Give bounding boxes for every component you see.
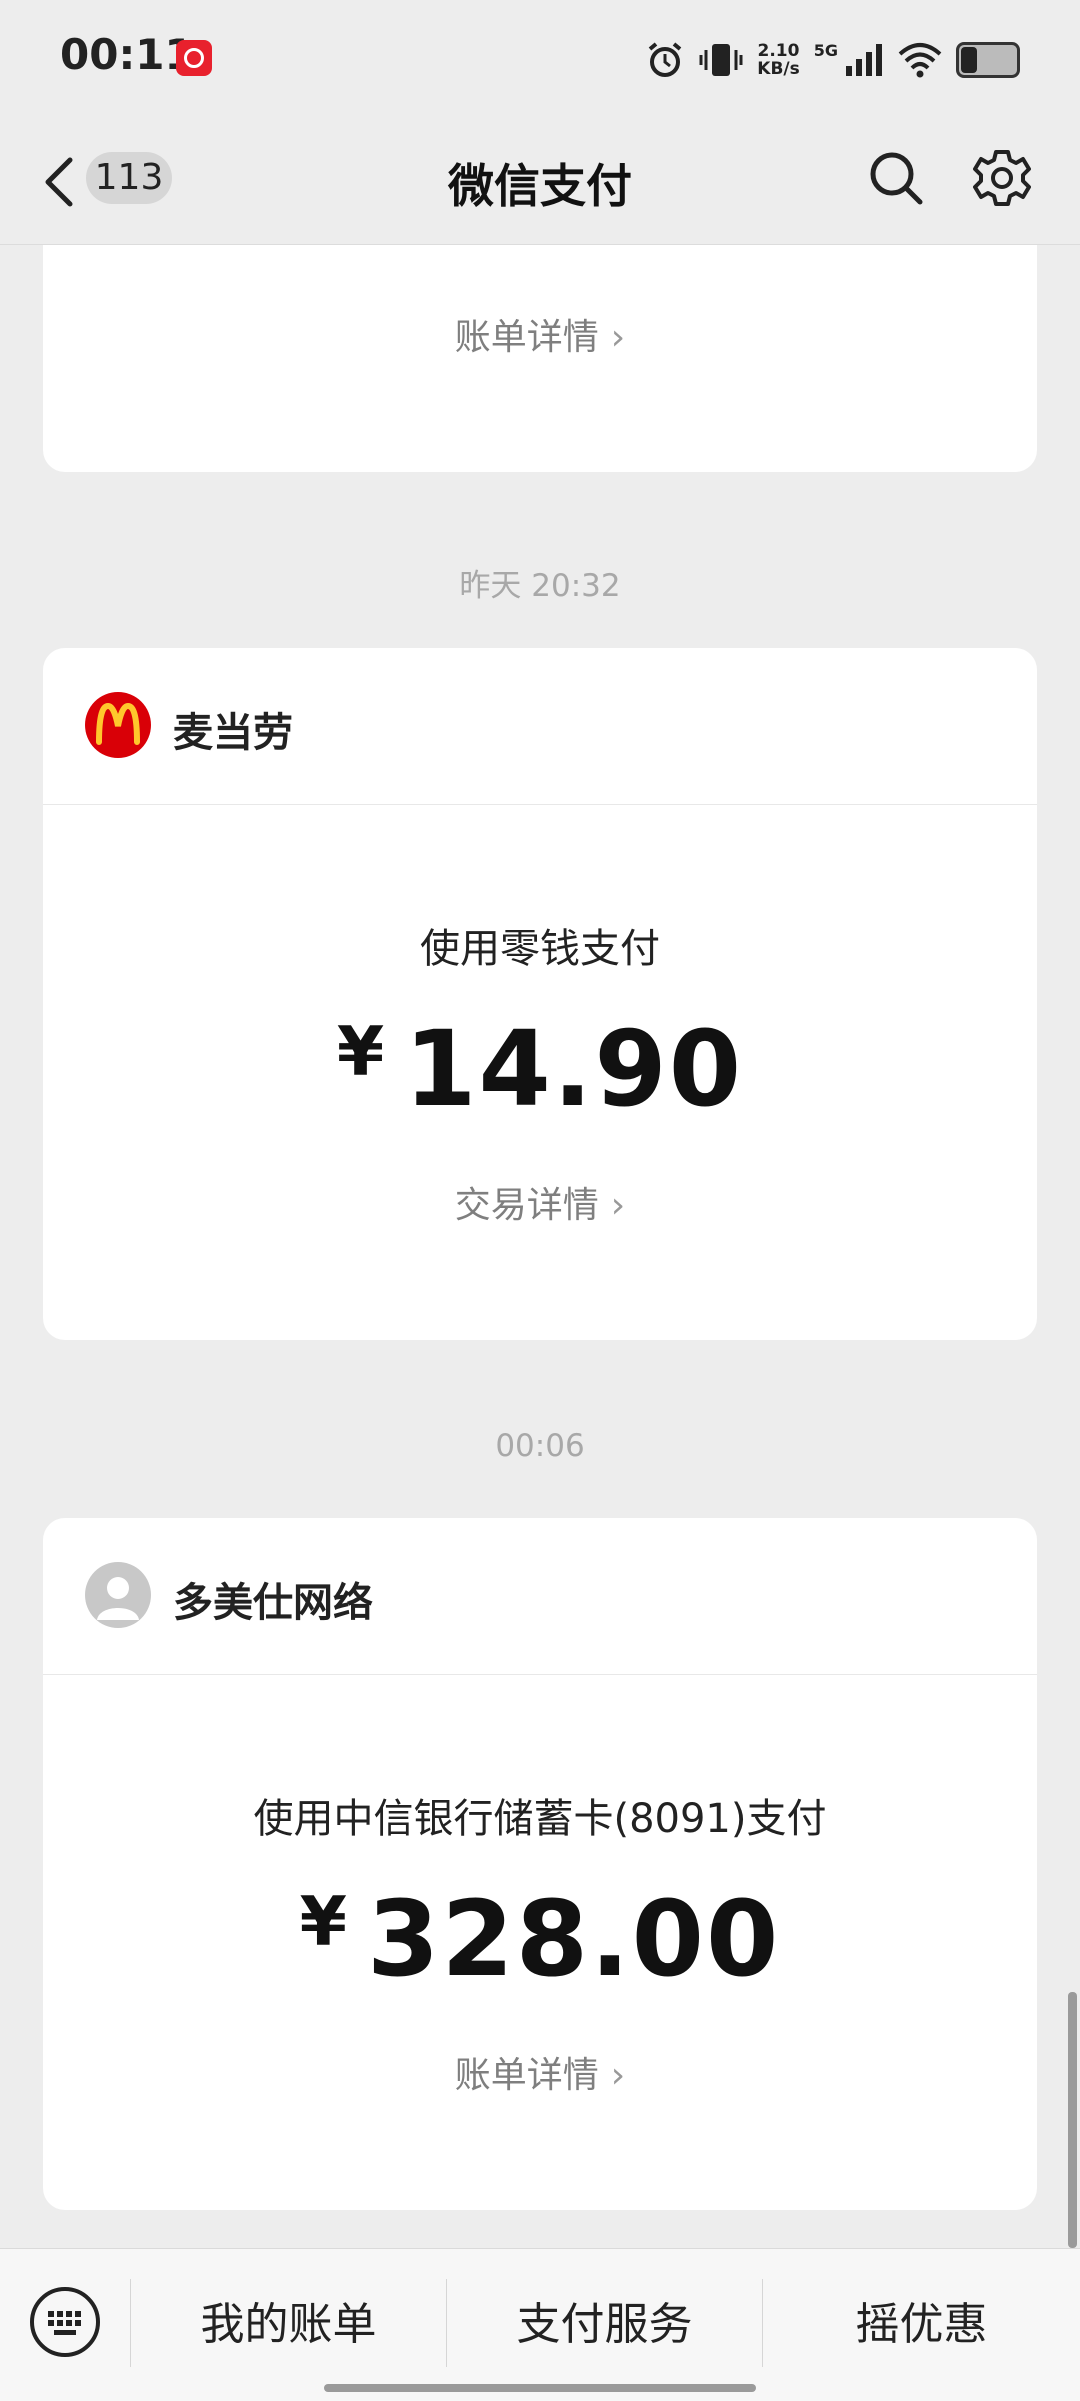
payment-amount: ¥14.90 — [43, 1008, 1037, 1130]
home-indicator[interactable] — [324, 2384, 756, 2392]
bill-detail-link[interactable]: 账单详情 › — [43, 2046, 1037, 2098]
search-icon[interactable] — [866, 148, 926, 208]
currency-symbol: ¥ — [336, 1013, 387, 1092]
amount-value: 14.90 — [404, 1008, 744, 1130]
network-speed: 2.10 KB/s — [757, 42, 799, 78]
network-speed-value: 2.10 — [757, 41, 800, 61]
mcdonalds-logo — [85, 692, 151, 758]
payment-method: 使用零钱支付 — [420, 926, 660, 972]
chevron-right-icon: › — [610, 2055, 626, 2096]
bill-detail-link[interactable]: 账单详情 › — [43, 308, 1037, 360]
bill-detail-label: 账单详情 — [454, 2055, 599, 2096]
chevron-right-icon: › — [610, 1185, 626, 1226]
status-time: 00:11 — [60, 30, 194, 79]
currency-symbol: ¥ — [299, 1883, 349, 1962]
merchant-header[interactable]: 多美仕网络 — [43, 1518, 1037, 1675]
settings-gear-icon[interactable] — [972, 148, 1032, 208]
payment-amount: ¥328.00 — [43, 1878, 1037, 2000]
tab-shake-offers[interactable]: 摇优惠 — [763, 2289, 1080, 2361]
mcdonalds-arches-icon — [96, 702, 140, 745]
merchant-name: 多美仕网络 — [173, 1580, 373, 1626]
payment-card-duomeishi[interactable]: 多美仕网络 使用中信银行储蓄卡(8091)支付 ¥328.00 账单详情 › — [43, 1518, 1037, 2210]
netease-music-icon — [176, 40, 212, 76]
signal-icon — [846, 44, 882, 76]
payment-card-mcdonalds[interactable]: 麦当劳 使用零钱支付 ¥14.90 交易详情 › — [43, 648, 1037, 1340]
unread-count-badge[interactable]: 113 — [86, 152, 172, 204]
tab-payment-services[interactable]: 支付服务 — [447, 2289, 762, 2361]
transaction-detail-link[interactable]: 交易详情 › — [43, 1176, 1037, 1228]
transaction-detail-label: 交易详情 — [454, 1185, 599, 1226]
keyboard-icon[interactable] — [28, 2285, 102, 2359]
alarm-icon — [648, 42, 682, 77]
back-icon[interactable] — [40, 154, 80, 210]
chevron-right-icon: › — [610, 317, 626, 358]
network-speed-unit: KB/s — [757, 59, 800, 79]
vibrate-icon — [699, 44, 743, 76]
status-bar: 00:11 2.10 KB/s 5G — [0, 0, 1080, 120]
wifi-icon — [898, 43, 942, 78]
battery-icon — [956, 42, 1020, 78]
payment-method: 使用中信银行储蓄卡(8091)支付 — [253, 1796, 827, 1842]
network-type-label: 5G — [813, 40, 838, 60]
merchant-name: 麦当劳 — [173, 710, 293, 756]
merchant-header[interactable]: 麦当劳 — [43, 648, 1037, 805]
amount-value: 328.00 — [367, 1878, 781, 2000]
user-silhouette-icon — [97, 1577, 139, 1620]
tab-my-bills[interactable]: 我的账单 — [131, 2289, 446, 2361]
bill-detail-label: 账单详情 — [454, 317, 599, 358]
message-timestamp: 00:06 — [495, 1428, 585, 1464]
status-icons: 2.10 KB/s 5G — [645, 38, 1020, 82]
bottom-menu-bar: 我的账单 支付服务 摇优惠 — [0, 2248, 1080, 2401]
default-avatar-icon — [85, 1562, 151, 1628]
scrollbar[interactable] — [1068, 1992, 1077, 2248]
message-timestamp: 昨天 20:32 — [459, 568, 621, 604]
